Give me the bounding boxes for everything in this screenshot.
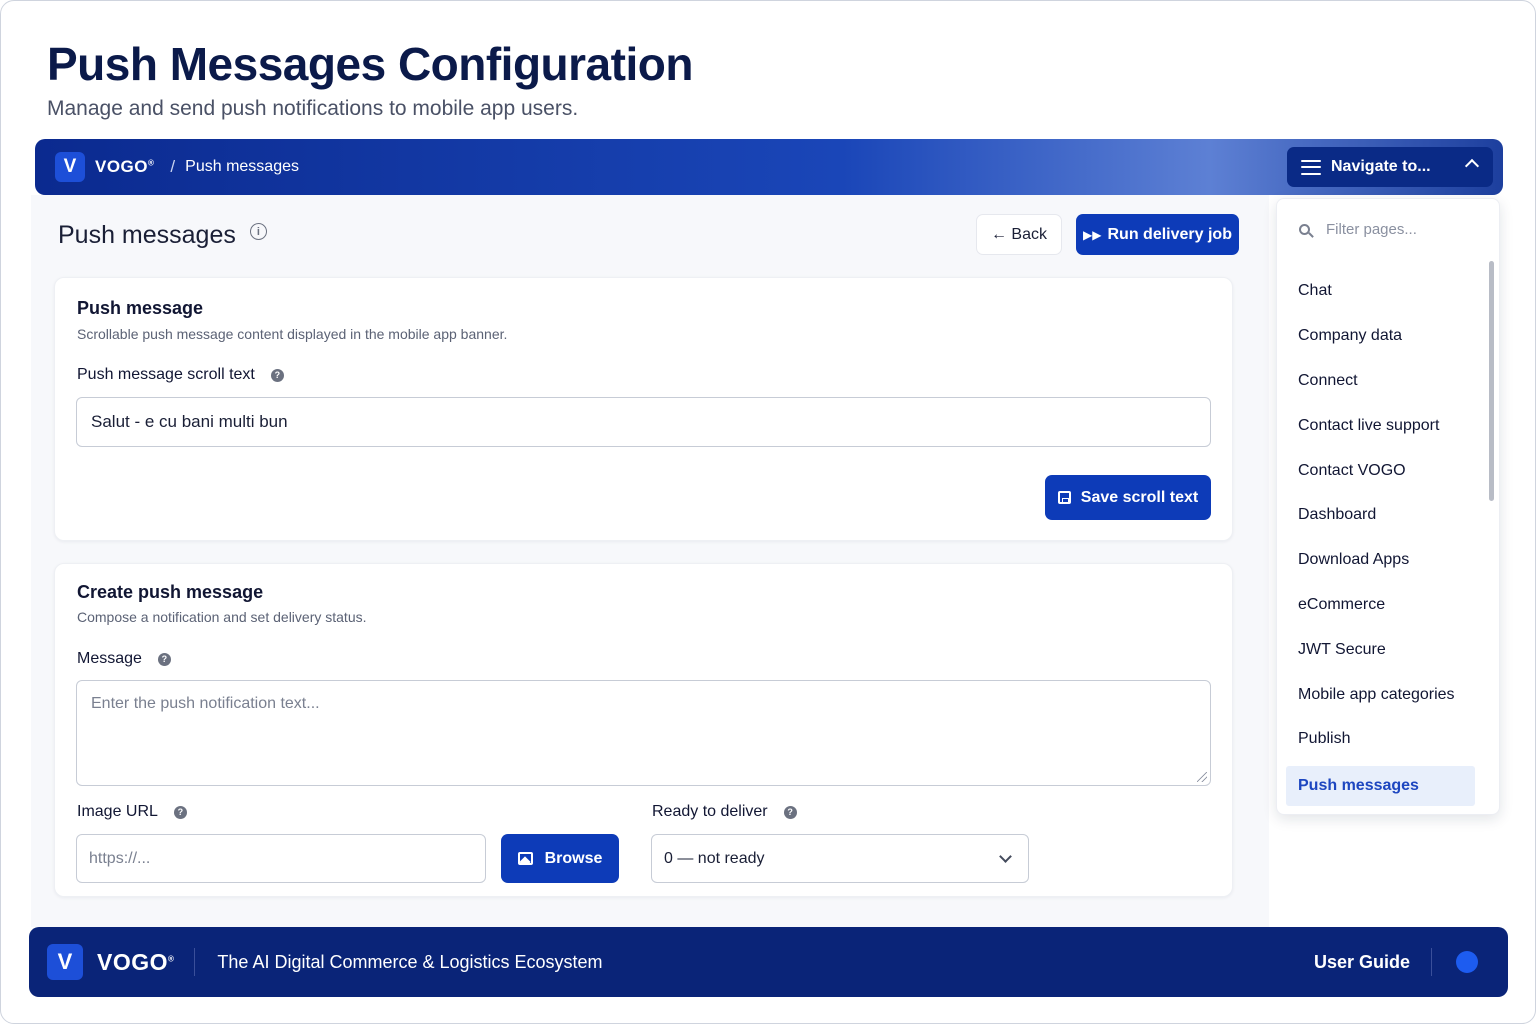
status-indicator-icon[interactable] xyxy=(1456,951,1478,973)
chevron-up-icon xyxy=(1464,158,1480,174)
vogo-logo-icon[interactable]: V xyxy=(55,152,85,182)
image-url-label-text: Image URL xyxy=(77,803,158,820)
back-button[interactable]: ← Back xyxy=(976,214,1062,255)
footer-brand-label: VOGO xyxy=(97,948,169,975)
message-label: Message ? xyxy=(77,650,171,668)
save-scroll-text-button[interactable]: Save scroll text xyxy=(1045,475,1211,520)
footer-bar: V VOGO® The AI Digital Commerce & Logist… xyxy=(29,927,1508,997)
brand-registered-mark: ® xyxy=(148,158,155,168)
footer-tagline: The AI Digital Commerce & Logistics Ecos… xyxy=(217,951,603,972)
nav-item-contact-live-support[interactable]: Contact live support xyxy=(1277,403,1499,448)
ready-to-deliver-label-text: Ready to deliver xyxy=(652,803,768,820)
navigate-to-button[interactable]: Navigate to... xyxy=(1287,147,1493,187)
message-textarea[interactable]: Enter the push notification text... xyxy=(76,680,1211,786)
search-icon xyxy=(1299,224,1310,235)
vogo-logo-icon[interactable]: V xyxy=(47,944,83,980)
footer-divider xyxy=(194,948,196,976)
browse-button[interactable]: Browse xyxy=(501,834,619,883)
message-label-text: Message xyxy=(77,650,142,667)
run-delivery-job-button[interactable]: ▶▶ Run delivery job xyxy=(1076,214,1239,255)
nav-item-dashboard[interactable]: Dashboard xyxy=(1277,493,1499,538)
image-url-label: Image URL ? xyxy=(77,803,187,821)
message-placeholder: Enter the push notification text... xyxy=(91,695,320,712)
help-icon[interactable]: ? xyxy=(173,805,187,819)
help-icon[interactable]: ? xyxy=(157,652,171,666)
footer-divider xyxy=(1431,948,1432,976)
nav-item-chat[interactable]: Chat xyxy=(1277,269,1499,314)
navigation-dropdown: Filter pages... Chat Company data Connec… xyxy=(1276,198,1500,815)
info-icon[interactable]: i xyxy=(249,223,267,240)
top-navbar: V VOGO® / Push messages Navigate to... xyxy=(35,139,1503,195)
brand-label: VOGO xyxy=(95,157,149,176)
nav-item-contact-vogo[interactable]: Contact VOGO xyxy=(1277,448,1499,493)
page-title: Push Messages Configuration xyxy=(47,38,693,90)
card-description: Scrollable push message content displaye… xyxy=(77,326,508,342)
run-delivery-job-label: Run delivery job xyxy=(1107,225,1232,243)
card-title: Create push message xyxy=(77,582,264,602)
navigation-list: Chat Company data Connect Contact live s… xyxy=(1277,269,1499,806)
page-subtitle: Manage and send push notifications to mo… xyxy=(47,97,579,120)
card-title: Push message xyxy=(77,298,204,318)
resize-handle-icon[interactable] xyxy=(1197,772,1207,782)
nav-item-publish[interactable]: Publish xyxy=(1277,717,1499,762)
card-description: Compose a notification and set delivery … xyxy=(77,609,367,625)
section-title: Push messages i xyxy=(58,221,267,250)
chevron-down-icon xyxy=(999,850,1012,863)
brand-name: VOGO® xyxy=(95,157,154,177)
section-title-text: Push messages xyxy=(58,221,236,249)
nav-item-download-apps[interactable]: Download Apps xyxy=(1277,538,1499,583)
page-header: Push Messages Configuration Manage and s… xyxy=(47,37,693,121)
menu-icon xyxy=(1301,159,1321,175)
image-url-input[interactable]: https://... xyxy=(76,834,486,883)
navigate-to-label: Navigate to... xyxy=(1331,158,1431,175)
nav-item-mobile-app-categories[interactable]: Mobile app categories xyxy=(1277,672,1499,717)
help-icon[interactable]: ? xyxy=(783,805,797,819)
filter-pages-input[interactable]: Filter pages... xyxy=(1299,221,1417,238)
ready-to-deliver-label: Ready to deliver ? xyxy=(652,803,797,821)
ready-to-deliver-value: 0 — not ready xyxy=(664,849,765,867)
footer-brand: VOGO® xyxy=(97,949,174,976)
help-icon[interactable]: ? xyxy=(270,368,284,382)
nav-item-push-messages[interactable]: Push messages xyxy=(1286,765,1475,806)
fast-forward-icon: ▶▶ xyxy=(1083,227,1102,242)
scroll-text-label: Push message scroll text ? xyxy=(77,366,284,384)
create-push-message-card: Create push message Compose a notificati… xyxy=(54,563,1233,897)
app-window: Push Messages Configuration Manage and s… xyxy=(0,0,1536,1024)
nav-item-company-data[interactable]: Company data xyxy=(1277,314,1499,359)
scroll-text-input[interactable]: Salut - e cu bani multi bun xyxy=(76,397,1211,447)
breadcrumb-separator: / xyxy=(170,157,176,176)
breadcrumb-current[interactable]: Push messages xyxy=(185,158,299,176)
filter-placeholder: Filter pages... xyxy=(1326,221,1417,238)
push-message-card: Push message Scrollable push message con… xyxy=(54,277,1233,541)
nav-item-ecommerce[interactable]: eCommerce xyxy=(1277,583,1499,628)
save-scroll-text-label: Save scroll text xyxy=(1080,488,1199,506)
scroll-text-label-text: Push message scroll text xyxy=(77,366,255,383)
save-icon xyxy=(1057,491,1071,504)
image-icon xyxy=(517,852,533,865)
footer-brand-registered-mark: ® xyxy=(168,953,175,963)
nav-item-jwt-secure[interactable]: JWT Secure xyxy=(1277,627,1499,672)
ready-to-deliver-select[interactable]: 0 — not ready xyxy=(651,834,1029,883)
browse-label: Browse xyxy=(544,849,603,867)
user-guide-link[interactable]: User Guide xyxy=(1314,952,1410,973)
nav-item-connect[interactable]: Connect xyxy=(1277,359,1499,404)
